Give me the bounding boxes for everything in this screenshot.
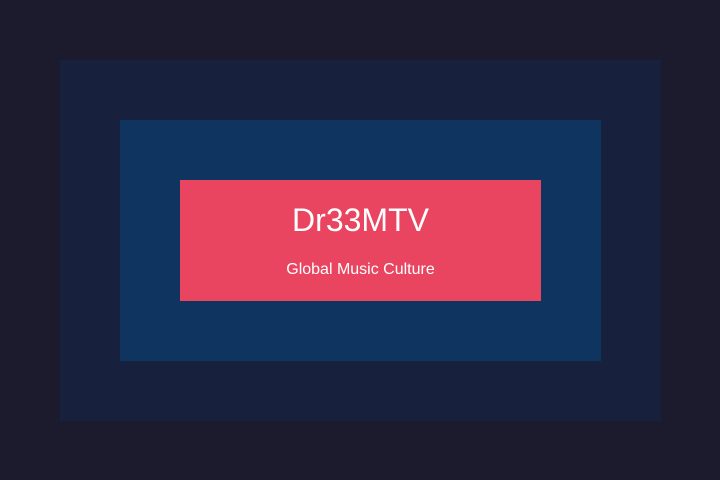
title-screen: Dr33MTV Global Music Culture	[0, 0, 720, 480]
title-card: Dr33MTV Global Music Culture	[180, 180, 541, 301]
brand-tagline: Global Music Culture	[286, 261, 435, 278]
brand-title: Dr33MTV	[292, 202, 429, 238]
